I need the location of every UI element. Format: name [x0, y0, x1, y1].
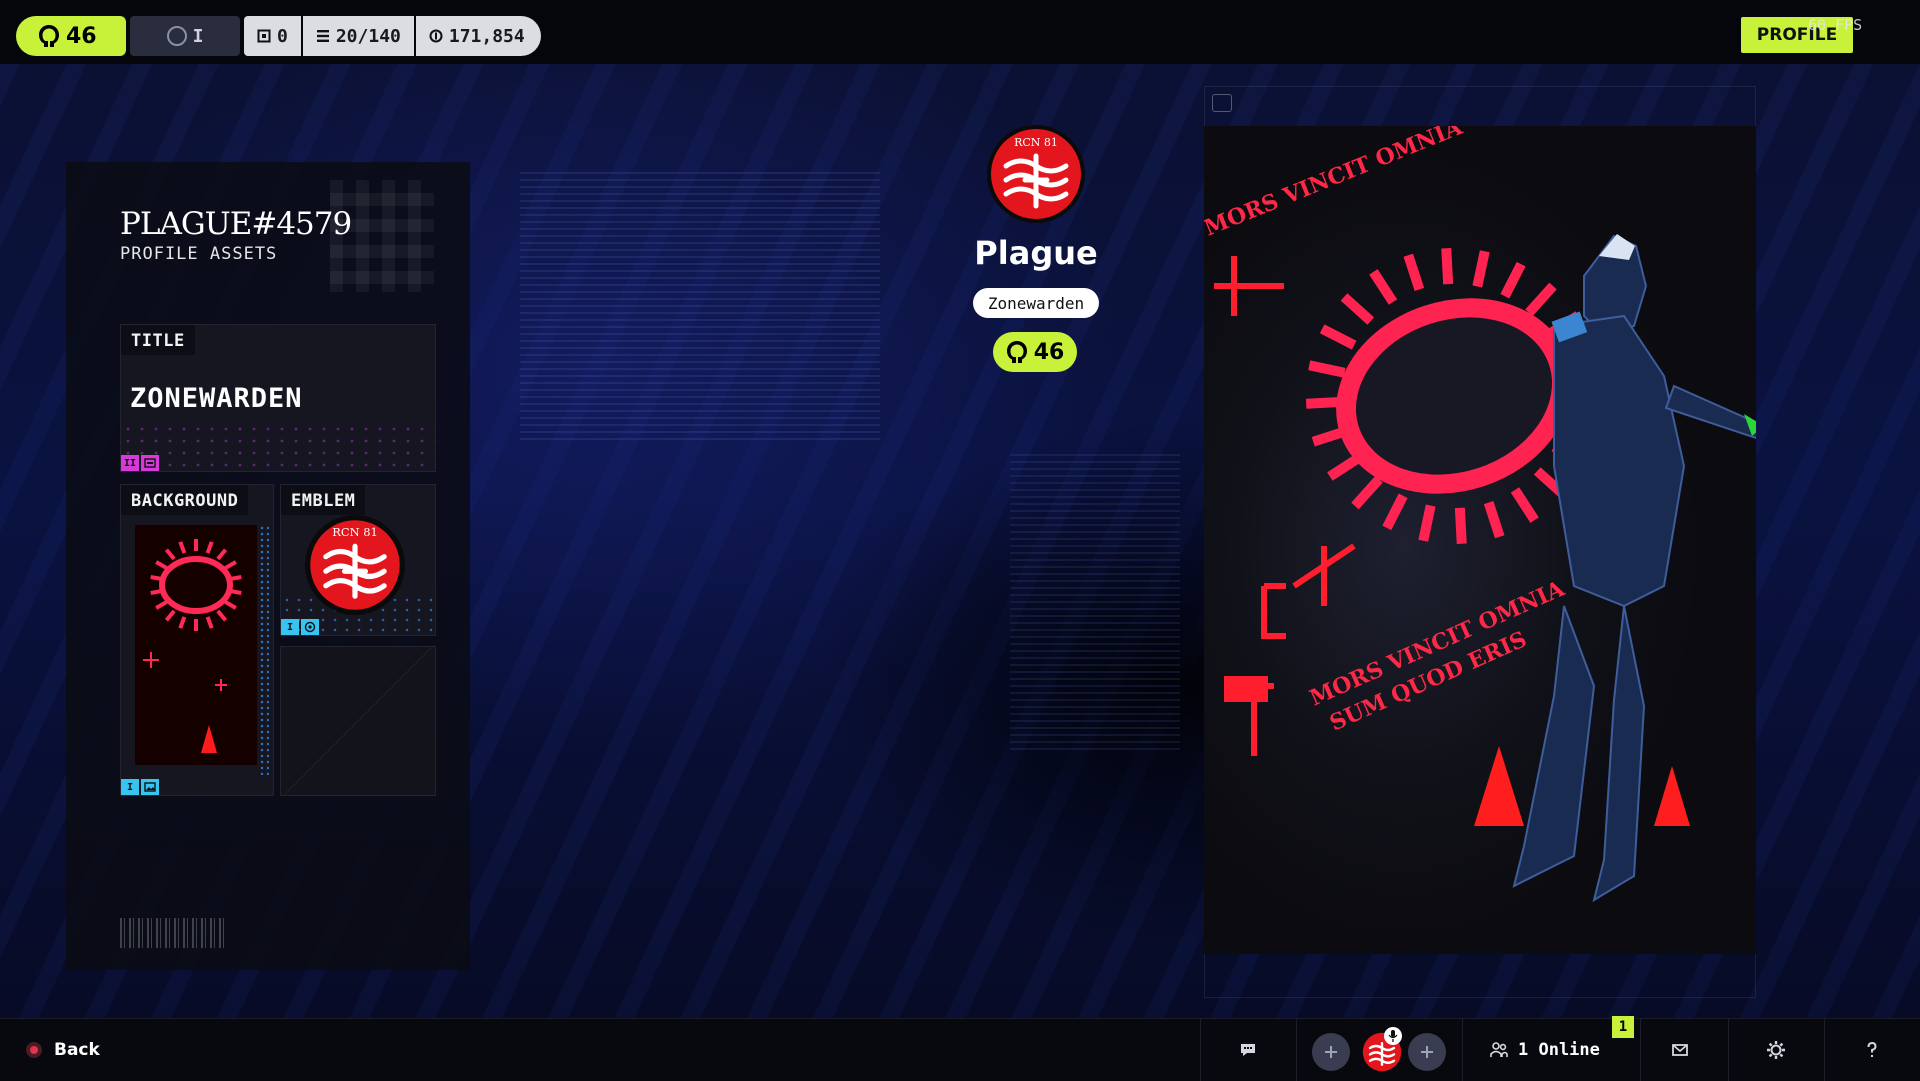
- rank-level-pill[interactable]: 46: [16, 16, 126, 56]
- title-card-pattern: [121, 423, 435, 471]
- panel-title: PLAGUE#4579: [120, 206, 352, 242]
- rank-helmet-icon: [1006, 341, 1027, 363]
- background-lines: [520, 170, 880, 440]
- emblem-card-tags: I: [281, 619, 319, 635]
- background-card-label: BACKGROUND: [121, 485, 249, 515]
- plus-icon: [1421, 1046, 1433, 1058]
- plus-icon: [1325, 1046, 1337, 1058]
- svg-text:MORS VINCIT OMNIA: MORS VINCIT OMNIA: [1204, 126, 1467, 242]
- emblem-thumbnail: RCN 81: [305, 515, 405, 615]
- title-card-label: TITLE: [121, 325, 195, 355]
- top-status-bar: 46 I 0 20/140 171,854: [16, 16, 541, 56]
- party-slot-add[interactable]: [1408, 1033, 1446, 1071]
- background-card-pattern: [259, 525, 269, 775]
- circle-icon: [166, 26, 187, 46]
- player-emblem: RCN 81: [987, 125, 1085, 223]
- back-label: Back: [54, 1040, 100, 1060]
- emblem-card[interactable]: EMBLEM RCN 81 I: [280, 484, 436, 636]
- friends-icon: [1490, 1042, 1508, 1057]
- rank-level-value: 46: [66, 23, 97, 49]
- online-friends[interactable]: 1 Online: [1490, 1019, 1600, 1081]
- stat-currency-value: 171,854: [448, 25, 525, 47]
- poster-header: [1204, 86, 1756, 120]
- image-icon: [141, 779, 159, 795]
- fps-counter: 60 FPS: [1808, 16, 1863, 34]
- mail-icon[interactable]: [1670, 1040, 1690, 1060]
- coin-icon: [429, 29, 443, 43]
- background-lines: [1010, 450, 1180, 750]
- player-level-badge: 46: [993, 332, 1077, 372]
- poster-logo-icon: [1212, 94, 1232, 112]
- chat-icon[interactable]: [1238, 1040, 1258, 1060]
- notification-badge: 1: [1612, 1016, 1634, 1038]
- emblem-card-label: EMBLEM: [281, 485, 366, 515]
- svg-text:RCN 81: RCN 81: [332, 525, 378, 539]
- back-button-icon: [26, 1042, 42, 1058]
- background-card[interactable]: BACKGROUND I: [120, 484, 274, 796]
- prestige-level[interactable]: I: [130, 16, 240, 56]
- rarity-tag: II: [121, 455, 139, 471]
- divider: [1640, 1019, 1641, 1081]
- microphone-icon: [1384, 1027, 1402, 1045]
- background-card-tags: I: [121, 779, 159, 795]
- divider: [1462, 1019, 1463, 1081]
- party-slot-add[interactable]: [1312, 1033, 1350, 1071]
- title-card-value: ZONEWARDEN: [130, 383, 303, 414]
- panel-subtitle: PROFILE ASSETS: [120, 244, 278, 264]
- stat-progress-value: 20/140: [335, 25, 401, 47]
- player-level-value: 46: [1033, 339, 1065, 365]
- divider: [1296, 1019, 1297, 1081]
- rarity-tag: I: [281, 619, 299, 635]
- emblem-type-icon: [301, 619, 319, 635]
- prestige-roman: I: [192, 25, 204, 47]
- background-thumbnail: [135, 525, 257, 765]
- square-icon: [257, 29, 271, 43]
- empty-asset-slot[interactable]: [280, 646, 436, 796]
- divider: [1824, 1019, 1825, 1081]
- stat-squares[interactable]: 0: [244, 16, 301, 56]
- stats-group: 0 20/140 171,854: [244, 16, 541, 56]
- rank-helmet-icon: [39, 25, 59, 47]
- title-card-tags: II: [121, 455, 159, 471]
- divider: [1200, 1019, 1201, 1081]
- online-label: 1 Online: [1518, 1040, 1600, 1060]
- stat-progress[interactable]: 20/140: [302, 16, 414, 56]
- help-icon[interactable]: [1862, 1040, 1882, 1060]
- rarity-tag: I: [121, 779, 139, 795]
- profile-assets-panel: PLAGUE#4579 PROFILE ASSETS TITLE ZONEWAR…: [66, 162, 470, 970]
- gear-icon[interactable]: [1766, 1040, 1786, 1060]
- character-poster: MORS VINCIT OMNIA MORS VINCIT OMNIA SUM …: [1204, 126, 1756, 954]
- svg-text:RCN 81: RCN 81: [1014, 136, 1058, 149]
- title-type-icon: [141, 455, 159, 471]
- panel-footer-decoration: [120, 918, 436, 948]
- list-icon: [316, 30, 329, 42]
- player-name: Plague: [974, 234, 1098, 272]
- stat-currency[interactable]: 171,854: [415, 16, 541, 56]
- title-card[interactable]: TITLE ZONEWARDEN II: [120, 324, 436, 472]
- stat-squares-value: 0: [277, 25, 288, 47]
- divider: [1728, 1019, 1729, 1081]
- player-title-badge: Zonewarden: [973, 288, 1099, 318]
- back-button[interactable]: Back: [26, 1019, 100, 1081]
